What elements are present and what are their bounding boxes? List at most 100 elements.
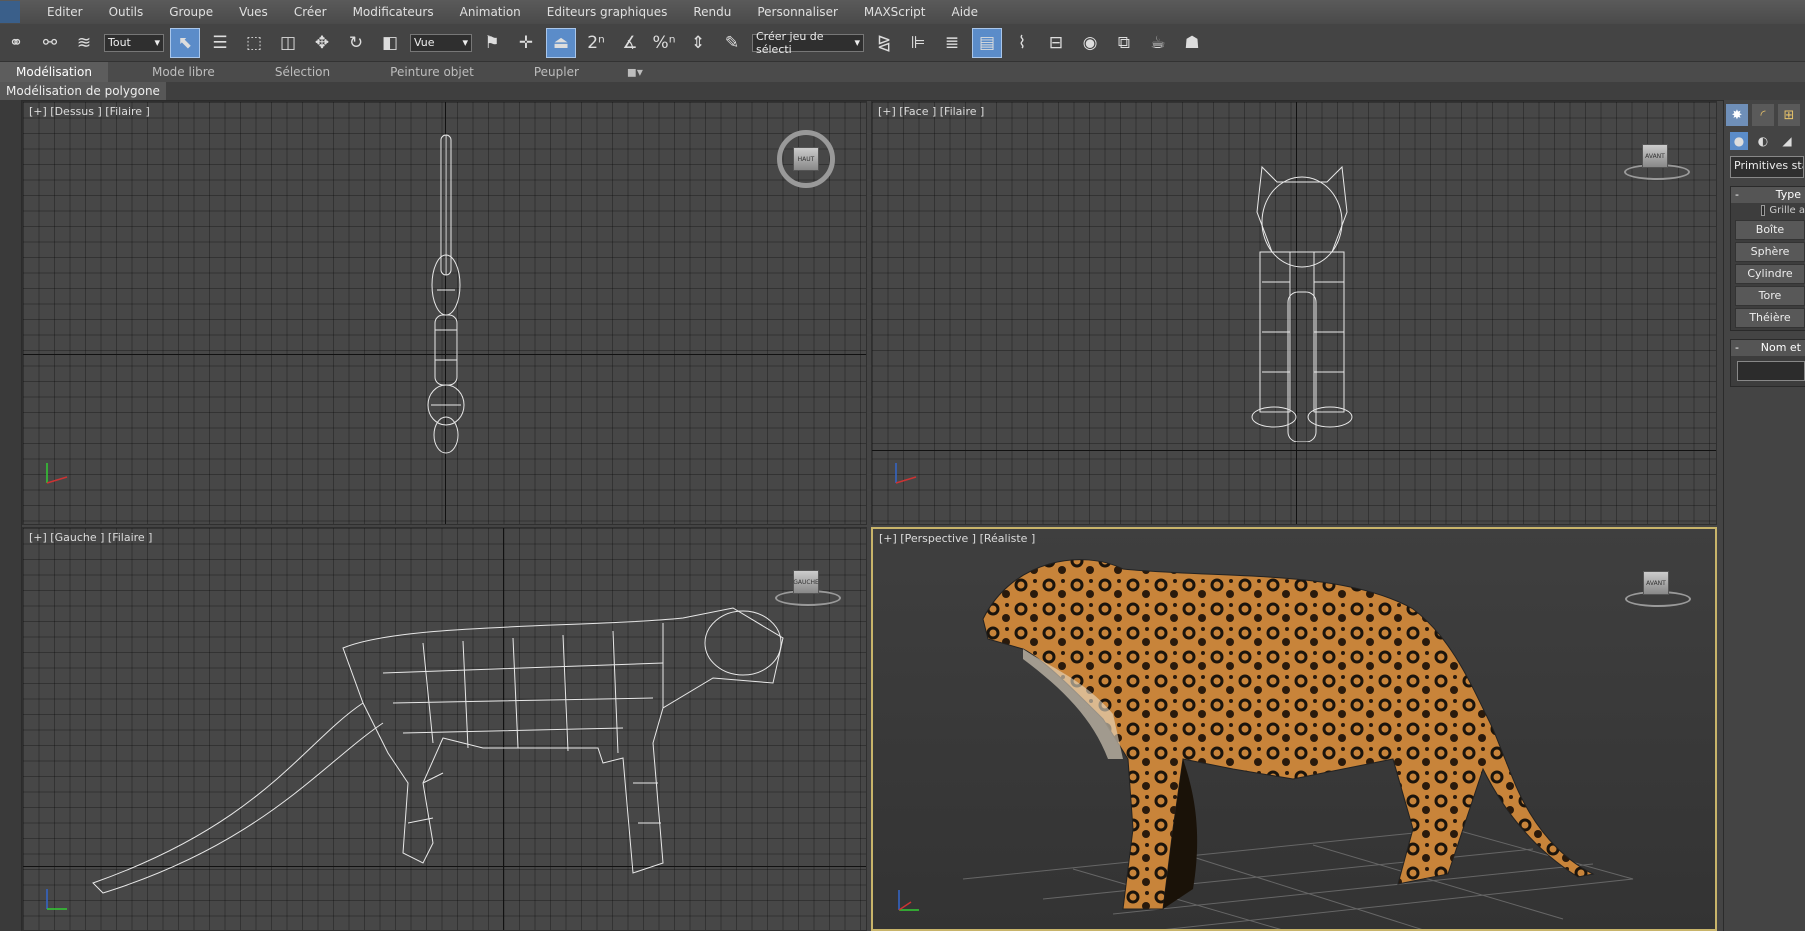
select-by-name-icon[interactable]: ☰ [206, 29, 234, 57]
autogrid-checkbox[interactable] [1761, 205, 1766, 216]
curve-editor-icon[interactable]: ⌇ [1008, 29, 1036, 57]
cylinder-button[interactable]: Cylindre [1735, 264, 1805, 284]
ribbon-options-icon[interactable]: ◼▾ [623, 62, 647, 82]
layer-manager-icon[interactable]: ≣ [938, 29, 966, 57]
viewport-left[interactable]: [+] [Gauche ] [Filaire ] GAUCHE [22, 527, 867, 931]
rectangular-selection-icon[interactable]: ⬚ [240, 29, 268, 57]
viewport-perspective[interactable]: [+] [Perspective ] [Réaliste ] AVANT [871, 527, 1717, 931]
angle-snap-icon[interactable]: ∡ [616, 29, 644, 57]
menu-modificateurs[interactable]: Modificateurs [340, 0, 447, 24]
menu-aide[interactable]: Aide [938, 0, 991, 24]
align-icon[interactable]: ⊫ [904, 29, 932, 57]
viewcube[interactable]: GAUCHE [793, 570, 819, 594]
scale-icon[interactable]: ◧ [376, 29, 404, 57]
tab-mode-libre[interactable]: Mode libre [136, 62, 231, 82]
name-rollout-title: Nom et [1760, 341, 1801, 354]
manipulate-icon[interactable]: ✛ [512, 29, 540, 57]
unlink-icon[interactable]: ⚯ [36, 29, 64, 57]
application-button[interactable] [0, 1, 20, 23]
geometry-icon[interactable]: ● [1730, 132, 1748, 150]
jaguar-front-wireframe [1251, 165, 1353, 442]
chevron-down-icon: ▾ [154, 36, 160, 49]
move-icon[interactable]: ✥ [308, 29, 336, 57]
tab-modelisation[interactable]: Modélisation [0, 62, 108, 82]
reference-coordinate-value: Vue [414, 36, 435, 49]
link-icon[interactable]: ⚭ [2, 29, 30, 57]
collapse-icon: - [1735, 188, 1739, 201]
ribbon-panel-label[interactable]: Modélisation de polygone [0, 82, 166, 100]
perspective-scene [962, 559, 1634, 929]
mirror-icon[interactable]: ⧎ [870, 29, 898, 57]
snap-label: 2 [587, 32, 599, 53]
material-editor-icon[interactable]: ◉ [1076, 29, 1104, 57]
command-panel-tabs: ✸ ◜ ⊞ [1724, 100, 1805, 130]
window-crossing-icon[interactable]: ◫ [274, 29, 302, 57]
menu-creer[interactable]: Créer [281, 0, 340, 24]
teapot-button[interactable]: Théière [1735, 308, 1805, 328]
selection-filter-select[interactable]: Tout ▾ [104, 33, 164, 52]
rendered-frame-window-icon[interactable]: ☕ [1144, 29, 1172, 57]
render-setup-icon[interactable]: ⧉ [1110, 29, 1138, 57]
viewcube[interactable]: AVANT [1643, 571, 1669, 595]
bind-space-warp-icon[interactable]: ≋ [70, 29, 98, 57]
named-selection-select[interactable]: Créer jeu de sélecti ▾ [752, 30, 864, 56]
object-type-dropdown[interactable]: Primitives standard [1730, 156, 1804, 178]
menu-animation[interactable]: Animation [447, 0, 534, 24]
chevron-down-icon: ▾ [462, 36, 468, 49]
left-strip [0, 100, 22, 931]
menu-vues[interactable]: Vues [226, 0, 281, 24]
grid-axis-x [872, 450, 1716, 451]
reference-coordinate-select[interactable]: Vue ▾ [410, 33, 472, 52]
autogrid-label: Grille a [1769, 205, 1805, 216]
viewport-left-label[interactable]: [+] [Gauche ] [Filaire ] [29, 531, 152, 544]
torus-button[interactable]: Tore [1735, 286, 1805, 306]
ground-grid [962, 828, 1634, 929]
viewport-perspective-label[interactable]: [+] [Perspective ] [Réaliste ] [879, 532, 1035, 545]
snap-toggle-icon[interactable]: 2ⁿ [582, 29, 610, 57]
autogrid-checkbox-row[interactable]: Grille a [1731, 203, 1805, 218]
tab-selection[interactable]: Sélection [259, 62, 346, 82]
ribbon-tabs: Modélisation Mode libre Sélection Peintu… [0, 62, 1805, 82]
pivot-center-icon[interactable]: ⚑ [478, 29, 506, 57]
viewport-front-label[interactable]: [+] [Face ] [Filaire ] [878, 105, 984, 118]
viewport-top[interactable]: [+] [Dessus ] [Filaire ] HAUT [22, 101, 867, 525]
viewport-front[interactable]: [+] [Face ] [Filaire ] AVANT [871, 101, 1717, 525]
type-rollout-header[interactable]: - Type [1731, 187, 1805, 203]
command-panel: ✸ ◜ ⊞ ● ◐ ◢ Primitives standard - Type G… [1723, 100, 1805, 931]
menu-editer[interactable]: Editer [34, 0, 96, 24]
menu-groupe[interactable]: Groupe [156, 0, 226, 24]
box-button[interactable]: Boîte [1735, 220, 1805, 240]
schematic-view-icon[interactable]: ⊟ [1042, 29, 1070, 57]
menu-outils[interactable]: Outils [96, 0, 157, 24]
hierarchy-tab-icon[interactable]: ⊞ [1778, 104, 1800, 126]
create-tab-icon[interactable]: ✸ [1726, 104, 1748, 126]
shapes-icon[interactable]: ◐ [1754, 132, 1772, 150]
viewcube[interactable]: AVANT [1642, 144, 1668, 168]
lights-icon[interactable]: ◢ [1778, 132, 1796, 150]
ribbon-toggle-icon[interactable]: ▤ [972, 27, 1002, 58]
menu-personnaliser[interactable]: Personnaliser [744, 0, 851, 24]
menu-rendu[interactable]: Rendu [680, 0, 744, 24]
tab-peupler[interactable]: Peupler [518, 62, 595, 82]
chevron-down-icon: ▾ [854, 36, 860, 49]
name-rollout-header[interactable]: - Nom et [1731, 340, 1805, 356]
ribbon-panel: Modélisation de polygone [0, 82, 1805, 101]
percent-snap-icon[interactable]: % ⁿ [650, 29, 678, 57]
render-production-icon[interactable]: ☗ [1178, 29, 1206, 57]
axis-gizmo [46, 463, 68, 484]
jaguar-body [982, 559, 1595, 910]
menu-maxscript[interactable]: MAXScript [851, 0, 939, 24]
selection-filter-value: Tout [108, 36, 131, 49]
modify-tab-icon[interactable]: ◜ [1752, 104, 1774, 126]
viewcube[interactable]: HAUT [793, 147, 819, 171]
tab-peinture-objet[interactable]: Peinture objet [374, 62, 490, 82]
sphere-button[interactable]: Sphère [1735, 242, 1805, 262]
keyboard-shortcut-override-icon[interactable]: ⏏ [546, 27, 576, 58]
select-object-icon[interactable]: ⬉ [170, 27, 200, 58]
viewport-top-label[interactable]: [+] [Dessus ] [Filaire ] [29, 105, 150, 118]
object-name-field[interactable] [1737, 361, 1805, 381]
edit-named-selection-icon[interactable]: ✎ [718, 29, 746, 57]
rotate-icon[interactable]: ↻ [342, 29, 370, 57]
menu-editeurs-graphiques[interactable]: Editeurs graphiques [534, 0, 681, 24]
spinner-snap-icon[interactable]: ⇕ [684, 29, 712, 57]
